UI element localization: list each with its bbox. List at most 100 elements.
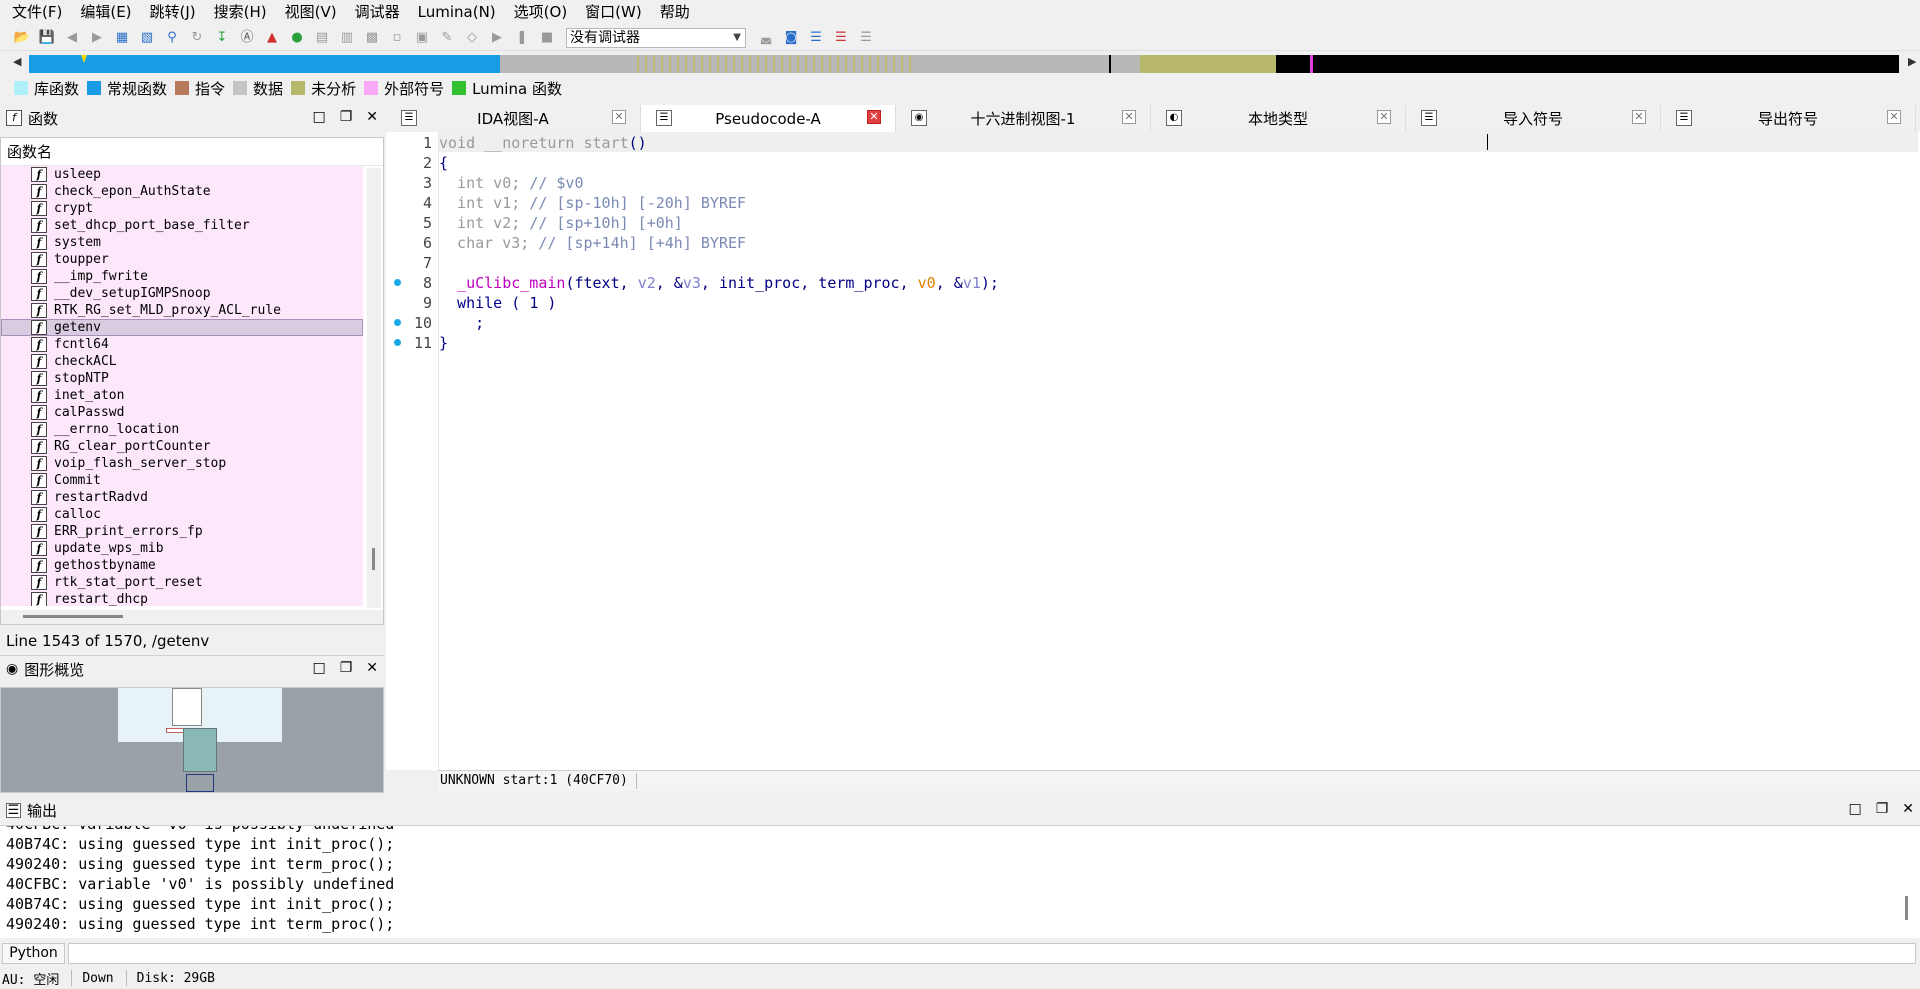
- stop-icon[interactable]: ■: [537, 28, 557, 48]
- code-line[interactable]: void __noreturn start(): [439, 133, 647, 153]
- menu-item[interactable]: 文件(F): [3, 0, 71, 25]
- function-row[interactable]: f gethostbyname: [1, 557, 363, 574]
- enum-icon[interactable]: ▧: [137, 28, 157, 48]
- function-row[interactable]: f check_epon_AuthState: [1, 183, 363, 200]
- menu-item[interactable]: 跳转(J): [141, 0, 205, 25]
- menu-item[interactable]: Lumina(N): [409, 0, 505, 25]
- float-icon[interactable]: ❐: [340, 109, 353, 125]
- code-line[interactable]: ;: [439, 313, 484, 333]
- breakpoint-dot-icon[interactable]: [394, 319, 401, 326]
- error-icon[interactable]: ▲: [262, 28, 282, 48]
- run-icon[interactable]: ▶: [487, 28, 507, 48]
- function-row[interactable]: f __errno_location: [1, 421, 363, 438]
- pseudocode-editor[interactable]: 1 2 3 4 5 6 7 8 9 10 11 void __noreturn start(){ i…: [386, 132, 1920, 770]
- function-row[interactable]: f ERR_print_errors_fp: [1, 523, 363, 540]
- function-row[interactable]: f RTK_RG_set_MLD_proxy_ACL_rule: [1, 302, 363, 319]
- maximize-icon[interactable]: □: [312, 660, 325, 676]
- menu-item[interactable]: 调试器: [346, 0, 409, 25]
- undefine-icon[interactable]: ▣: [412, 28, 432, 48]
- lumina-icon[interactable]: ●: [287, 28, 307, 48]
- code-line[interactable]: while ( 1 ): [439, 293, 556, 313]
- menu-item[interactable]: 视图(V): [276, 0, 346, 25]
- close-icon[interactable]: ✕: [366, 660, 378, 676]
- tab-ida-view[interactable]: ☰ IDA视图-A ✕: [386, 105, 641, 132]
- jump-icon[interactable]: ↧: [212, 28, 232, 48]
- function-row[interactable]: f Commit: [1, 472, 363, 489]
- function-row[interactable]: f __dev_setupIGMPSnoop: [1, 285, 363, 302]
- tab-hex-view[interactable]: ◉ 十六进制视图-1 ✕: [896, 105, 1151, 132]
- function-row[interactable]: f __imp_fwrite: [1, 268, 363, 285]
- float-icon[interactable]: ❐: [1876, 801, 1889, 817]
- data-icon[interactable]: ▥: [337, 28, 357, 48]
- save-icon[interactable]: 💾: [37, 28, 57, 48]
- code-icon[interactable]: ▤: [312, 28, 332, 48]
- structure-icon[interactable]: ▦: [112, 28, 132, 48]
- menu-item[interactable]: 帮助: [651, 0, 699, 25]
- array-icon[interactable]: ▫: [387, 28, 407, 48]
- python-input[interactable]: [68, 943, 1916, 964]
- function-row[interactable]: f crypt: [1, 200, 363, 217]
- tab-pseudocode[interactable]: ☰ Pseudocode-A ✕: [641, 105, 896, 132]
- trace-icon[interactable]: ☰: [856, 28, 876, 48]
- menu-item[interactable]: 选项(O): [505, 0, 577, 25]
- close-icon[interactable]: ✕: [1122, 110, 1136, 124]
- search-icon[interactable]: ⚲: [162, 28, 182, 48]
- nav-left-arrow-icon[interactable]: ◀: [13, 55, 21, 68]
- close-icon[interactable]: ✕: [366, 109, 378, 125]
- text-icon[interactable]: Ⓐ: [237, 28, 257, 48]
- close-icon[interactable]: ✕: [1632, 110, 1646, 124]
- function-row[interactable]: f calloc: [1, 506, 363, 523]
- function-row[interactable]: f inet_aton: [1, 387, 363, 404]
- breakpoint-list-icon[interactable]: ☰: [831, 28, 851, 48]
- horizontal-scrollbar[interactable]: [1, 610, 383, 624]
- code-line[interactable]: int v1; // [sp-10h] [-20h] BYREF: [439, 193, 746, 213]
- code-line[interactable]: {: [439, 153, 448, 173]
- menu-item[interactable]: 搜索(H): [205, 0, 276, 25]
- breakpoint-dot-icon[interactable]: [394, 279, 401, 286]
- function-row[interactable]: f rtk_stat_port_reset: [1, 574, 363, 591]
- code-line[interactable]: int v0; // $v0: [439, 173, 583, 193]
- tab-imports[interactable]: ☰ 导入符号 ✕: [1406, 105, 1661, 132]
- forward-icon[interactable]: ▶: [87, 28, 107, 48]
- close-icon[interactable]: ✕: [1887, 110, 1901, 124]
- refresh-icon[interactable]: ↻: [187, 28, 207, 48]
- list-view-icon[interactable]: ☰: [806, 28, 826, 48]
- function-row[interactable]: f toupper: [1, 251, 363, 268]
- close-icon[interactable]: ✕: [1902, 801, 1914, 817]
- function-row[interactable]: f system: [1, 234, 363, 251]
- function-row[interactable]: f checkACL: [1, 353, 363, 370]
- back-icon[interactable]: ◀: [62, 28, 82, 48]
- code-line[interactable]: int v2; // [sp+10h] [+0h]: [439, 213, 683, 233]
- function-row[interactable]: f restart_dhcp: [1, 591, 363, 606]
- vertical-scrollbar[interactable]: [367, 168, 381, 608]
- debugger-select[interactable]: 没有调试器 ▼: [566, 27, 746, 48]
- nav-right-arrow-icon[interactable]: ▶: [1908, 55, 1916, 68]
- menu-item[interactable]: 窗口(W): [576, 0, 651, 25]
- maximize-icon[interactable]: □: [1848, 801, 1861, 817]
- rename-icon[interactable]: ✎: [437, 28, 457, 48]
- close-icon[interactable]: ✕: [1377, 110, 1391, 124]
- function-row[interactable]: f RG_clear_portCounter: [1, 438, 363, 455]
- breakpoint-dot-icon[interactable]: [394, 339, 401, 346]
- code-line[interactable]: _uClibc_main(ftext, v2, &v3, init_proc, …: [439, 273, 999, 293]
- function-row[interactable]: f update_wps_mib: [1, 540, 363, 557]
- function-row[interactable]: f calPasswd: [1, 404, 363, 421]
- pseudo-icon[interactable]: ◙: [781, 28, 801, 48]
- python-language-button[interactable]: Python: [2, 943, 65, 964]
- string-icon[interactable]: ▩: [362, 28, 382, 48]
- code-area[interactable]: void __noreturn start(){ int v0; // $v0 …: [438, 132, 1918, 770]
- function-row[interactable]: f voip_flash_server_stop: [1, 455, 363, 472]
- close-icon[interactable]: ✕: [612, 110, 626, 124]
- function-row[interactable]: f set_dhcp_port_base_filter: [1, 217, 363, 234]
- tab-exports[interactable]: ☰ 导出符号 ✕: [1661, 105, 1916, 132]
- code-line[interactable]: char v3; // [sp+14h] [+4h] BYREF: [439, 233, 746, 253]
- menu-item[interactable]: 编辑(E): [71, 0, 140, 25]
- navigation-bar[interactable]: [29, 55, 1899, 73]
- close-icon[interactable]: ✕: [867, 110, 881, 124]
- float-icon[interactable]: ❐: [340, 660, 353, 676]
- pause-icon[interactable]: ❚: [512, 28, 532, 48]
- open-icon[interactable]: 📂: [12, 28, 32, 48]
- function-row[interactable]: f stopNTP: [1, 370, 363, 387]
- tab-local-types[interactable]: ◐ 本地类型 ✕: [1151, 105, 1406, 132]
- function-row[interactable]: f restartRadvd: [1, 489, 363, 506]
